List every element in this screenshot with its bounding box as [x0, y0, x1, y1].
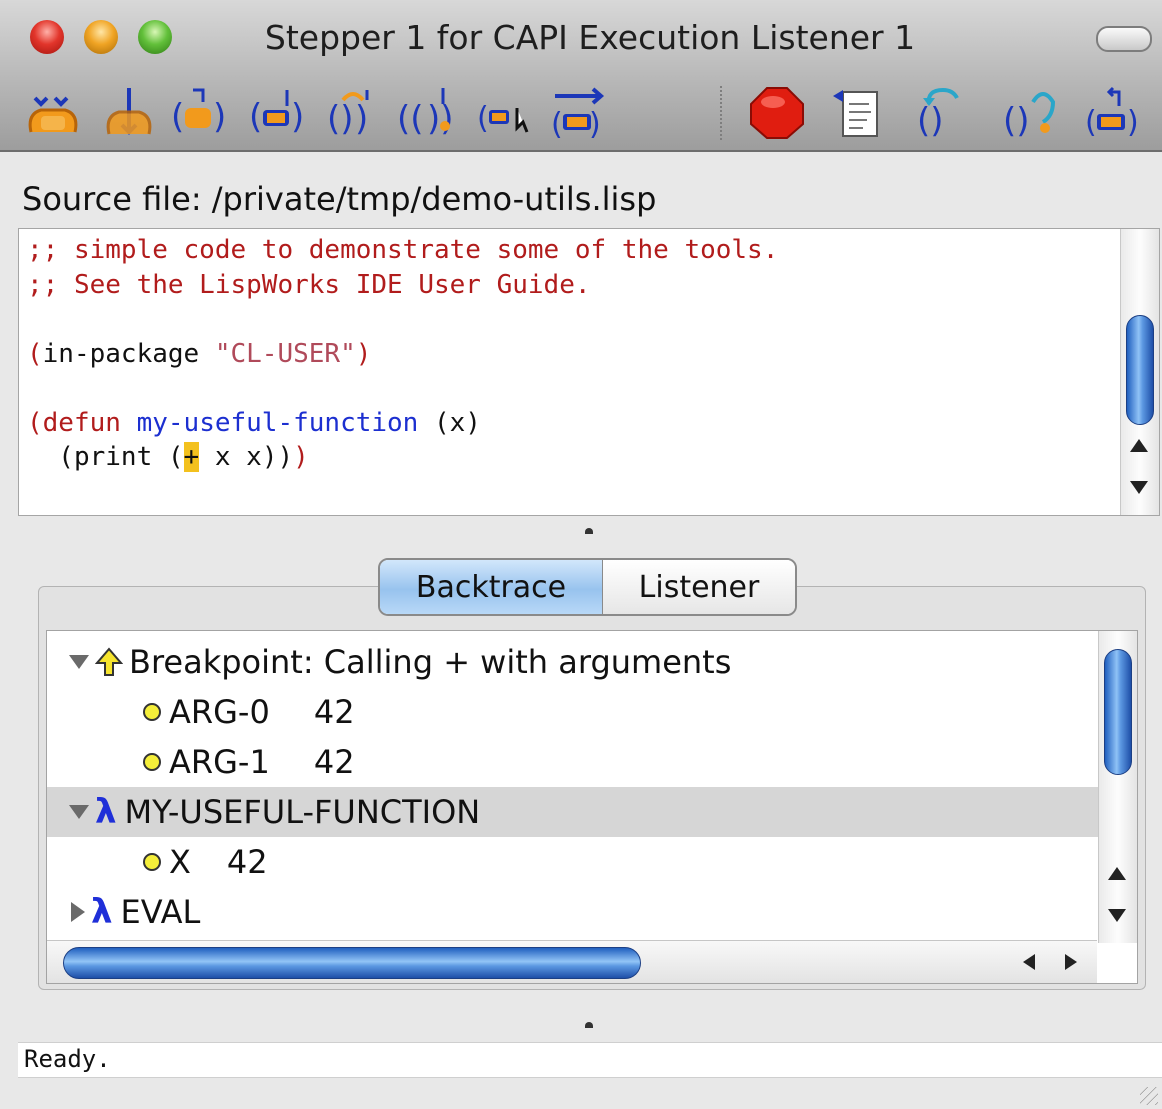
title-bar: Stepper 1 for CAPI Execution Listener 1: [0, 0, 1162, 76]
source-code: ;; simple code to demonstrate some of th…: [27, 233, 778, 475]
source-vertical-scrollbar[interactable]: [1120, 229, 1159, 515]
tree-hscroll-thumb[interactable]: [63, 947, 641, 979]
close-window-button[interactable]: [30, 20, 64, 54]
variable-dot-icon: [143, 703, 161, 721]
lambda-icon: λ: [95, 792, 117, 832]
pane-splitter[interactable]: [585, 1022, 593, 1028]
up-arrow-icon: [95, 647, 123, 676]
step-to-end-icon[interactable]: (): [246, 84, 308, 142]
code-print-rest: x x): [199, 442, 278, 472]
svg-text:): ): [213, 97, 226, 137]
tree-row-eval[interactable]: λ EVAL: [47, 887, 1121, 937]
tab-backtrace[interactable]: Backtrace: [380, 560, 603, 614]
svg-text:(): (): [1003, 101, 1030, 141]
breakpoint-label: Breakpoint: Calling + with arguments: [129, 643, 732, 681]
step-over-form-icon[interactable]: ()): [322, 84, 384, 142]
window-title: Stepper 1 for CAPI Execution Listener 1: [264, 18, 916, 57]
code-line-comment-1: ;; simple code to demonstrate some of th…: [27, 235, 779, 265]
tree-row-arg1[interactable]: ARG-1 42: [47, 737, 1137, 787]
variable-dot-icon: [143, 753, 161, 771]
tab-bar: Backtrace Listener: [378, 558, 797, 616]
svg-text:(: (: [1085, 105, 1097, 140]
arg-value: 42: [226, 843, 268, 881]
svg-text:((: ((: [397, 99, 424, 139]
scroll-down-arrow[interactable]: [1108, 909, 1126, 922]
code-paren: ): [277, 442, 294, 472]
scroll-up-arrow[interactable]: [1108, 867, 1126, 880]
scroll-left-arrow[interactable]: [1023, 954, 1035, 970]
lambda-icon: λ: [91, 892, 113, 932]
frame-label: EVAL: [120, 893, 201, 931]
restart-icon[interactable]: (): [998, 84, 1060, 142]
undo-step-icon[interactable]: (): [912, 84, 974, 142]
step-through-call-icon[interactable]: [22, 84, 84, 142]
arg-value: 42: [313, 743, 355, 781]
code-paren: ): [355, 338, 372, 369]
show-source-icon[interactable]: [826, 84, 888, 142]
arg-value: 42: [313, 693, 355, 731]
svg-text:(: (: [171, 97, 184, 137]
step-to-value-icon[interactable]: (): [168, 84, 230, 142]
tree-row-x[interactable]: X 42: [47, 837, 1137, 887]
code-print-open: (print (: [27, 442, 184, 472]
step-to-cursor-icon[interactable]: (: [474, 84, 536, 142]
svg-text:): ): [291, 97, 304, 137]
backtrace-tree[interactable]: Breakpoint: Calling + with arguments ARG…: [46, 630, 1138, 984]
toolbar-toggle-button[interactable]: [1096, 26, 1152, 52]
source-scroll-thumb[interactable]: [1126, 315, 1154, 425]
code-line-comment-2: ;; See the LispWorks IDE User Guide.: [27, 269, 591, 300]
scroll-down-arrow[interactable]: [1130, 481, 1148, 494]
tree-vertical-scrollbar[interactable]: [1098, 631, 1137, 943]
scroll-up-arrow[interactable]: [1130, 439, 1148, 452]
code-lambda-list: (x): [418, 407, 481, 438]
abort-icon[interactable]: [746, 84, 808, 142]
collapse-triangle-icon[interactable]: [71, 902, 85, 922]
source-editor[interactable]: ;; simple code to demonstrate some of th…: [18, 228, 1160, 516]
code-defun-keyword: (defun: [27, 407, 137, 438]
step-to-call-icon[interactable]: (()): [396, 84, 458, 142]
tab-listener[interactable]: Listener: [603, 560, 795, 614]
status-bar: Ready.: [18, 1042, 1162, 1078]
status-text: Ready.: [24, 1045, 111, 1073]
expand-triangle-icon[interactable]: [69, 805, 89, 819]
svg-text:(: (: [551, 107, 563, 142]
arg-name: ARG-0: [169, 693, 270, 731]
code-package-string: "CL-USER": [214, 338, 356, 369]
breakpoint-highlight: +: [183, 442, 200, 472]
code-function-name: my-useful-function: [136, 407, 419, 438]
svg-text:(: (: [477, 101, 489, 136]
variable-dot-icon: [143, 853, 161, 871]
source-file-label: Source file: /private/tmp/demo-utils.lis…: [22, 180, 657, 218]
tree-row-breakpoint[interactable]: Breakpoint: Calling + with arguments: [47, 637, 1119, 687]
tree-scroll-thumb[interactable]: [1104, 649, 1132, 775]
code-paren: (: [27, 338, 43, 369]
continue-icon[interactable]: (): [548, 84, 610, 142]
code-paren: ): [293, 442, 309, 472]
scroll-right-arrow[interactable]: [1065, 954, 1077, 970]
frame-label: MY-USEFUL-FUNCTION: [124, 793, 481, 831]
svg-text:): ): [355, 99, 368, 139]
tree-horizontal-scrollbar[interactable]: [47, 940, 1097, 983]
zoom-window-button[interactable]: [138, 20, 172, 54]
svg-text:(): (): [327, 99, 354, 139]
expand-triangle-icon[interactable]: [69, 655, 89, 669]
svg-text:(: (: [249, 97, 262, 137]
toolbar-separator: [720, 86, 722, 140]
return-icon[interactable]: (): [1082, 84, 1144, 142]
svg-text:(): (): [917, 101, 944, 141]
step-into-icon[interactable]: [98, 84, 160, 142]
code-in-package: in-package: [42, 338, 215, 369]
pane-splitter[interactable]: [585, 528, 593, 534]
tree-row-my-useful-function[interactable]: λ MY-USEFUL-FUNCTION: [47, 787, 1119, 837]
minimize-window-button[interactable]: [84, 20, 118, 54]
resize-grip-icon[interactable]: [1140, 1087, 1158, 1105]
arg-name: ARG-1: [169, 743, 270, 781]
svg-text:)): )): [427, 99, 454, 139]
arg-name: X: [169, 843, 191, 881]
svg-text:): ): [1127, 105, 1139, 140]
stepper-toolbar: () () ()) (()) ( () () () (): [0, 76, 1162, 152]
tree-row-arg0[interactable]: ARG-0 42: [47, 687, 1137, 737]
